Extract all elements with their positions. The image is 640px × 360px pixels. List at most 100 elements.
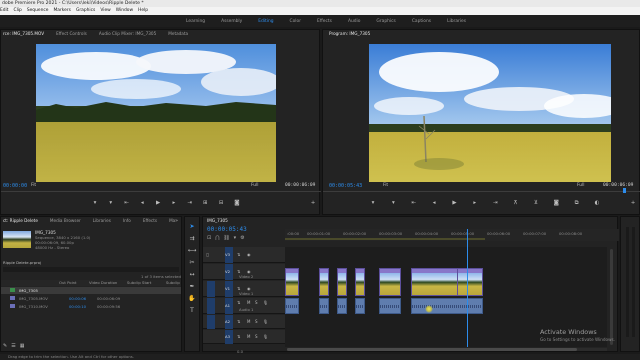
program-scrub-bar[interactable] xyxy=(323,191,640,192)
vr-icon[interactable]: ◐ xyxy=(593,200,601,207)
program-timecode[interactable]: 00:00:05:43 xyxy=(329,183,362,189)
source-scrub-bar[interactable] xyxy=(1,191,321,192)
hand-tool-icon[interactable]: ✋ xyxy=(188,295,195,302)
video-clip[interactable] xyxy=(285,268,299,296)
menu-clip[interactable]: Clip xyxy=(14,7,22,15)
menu-help[interactable]: Help xyxy=(138,7,148,15)
menu-view[interactable]: View xyxy=(100,7,110,15)
workspace-color[interactable]: Color xyxy=(290,19,301,24)
video-clip[interactable] xyxy=(379,268,401,296)
razor-tool-icon[interactable]: ✂ xyxy=(189,259,194,266)
mute-icon[interactable]: M xyxy=(247,300,250,305)
col-video-duration[interactable]: Video Duration xyxy=(89,280,117,285)
video-clip[interactable] xyxy=(319,268,329,296)
panel-menu-icon[interactable]: » xyxy=(175,218,178,224)
play-icon[interactable]: ▶ xyxy=(450,200,458,207)
workspace-graphics[interactable]: Graphics xyxy=(376,19,395,24)
program-add-button-icon[interactable]: + xyxy=(629,200,637,206)
tab-media-browser[interactable]: Media Browser xyxy=(50,217,81,225)
work-area-bar[interactable] xyxy=(285,238,485,240)
timeline-playhead[interactable] xyxy=(467,229,468,347)
timeline-vertical-scrollbar[interactable] xyxy=(609,247,615,347)
workspace-editing[interactable]: Editing xyxy=(258,19,273,24)
insert-icon[interactable]: ⊞ xyxy=(201,200,209,206)
source-quality-select[interactable]: Full xyxy=(251,183,259,188)
tab-source[interactable]: rce: IMG_7305.MOV xyxy=(3,30,44,38)
go-to-out-icon[interactable]: ⇥ xyxy=(491,200,499,207)
source-timecode[interactable]: 00:00:00 xyxy=(3,183,27,189)
voiceover-mic-icon[interactable]: 🎙 xyxy=(263,319,268,324)
workspace-assembly[interactable]: Assembly xyxy=(221,19,242,24)
go-to-in-icon[interactable]: ⇤ xyxy=(123,200,131,206)
source-zoom-select[interactable]: Fit xyxy=(31,183,36,188)
snap-icon[interactable]: ⋂ xyxy=(215,235,219,241)
sync-lock-icon[interactable]: ⇅ xyxy=(237,300,240,305)
add-marker-icon[interactable]: ▾ xyxy=(234,235,237,241)
tab-effect-controls[interactable]: Effect Controls xyxy=(56,30,87,38)
nest-icon[interactable]: ⊡ xyxy=(207,235,211,241)
menu-markers[interactable]: Markers xyxy=(53,7,70,15)
sync-lock-icon[interactable]: ⇅ xyxy=(237,252,240,257)
timeline-timecode[interactable]: 00:00:05:43 xyxy=(207,226,247,233)
video-clip[interactable] xyxy=(337,268,347,296)
export-frame-icon[interactable]: ◙ xyxy=(552,200,560,207)
mark-in-icon[interactable]: ▾ xyxy=(91,200,99,206)
tab-libraries[interactable]: Libraries xyxy=(93,217,111,225)
workspace-learning[interactable]: Learning xyxy=(186,19,205,24)
step-forward-icon[interactable]: ▸ xyxy=(471,200,479,207)
menu-window[interactable]: Window xyxy=(116,7,133,15)
workspace-audio[interactable]: Audio xyxy=(348,19,360,24)
timeline-horizontal-scrollbar[interactable] xyxy=(287,348,607,351)
export-frame-icon[interactable]: ◙ xyxy=(233,200,241,206)
lift-icon[interactable]: ⊼ xyxy=(512,200,520,207)
type-tool-icon[interactable]: T xyxy=(190,307,194,314)
program-quality-select[interactable]: Full xyxy=(577,183,585,188)
audio-clip[interactable] xyxy=(319,298,329,314)
linked-selection-icon[interactable]: ⛓ xyxy=(223,235,229,241)
tab-info[interactable]: Info xyxy=(123,217,131,225)
wrench-icon[interactable]: ⚙ xyxy=(240,235,244,241)
eye-icon[interactable]: ◉ xyxy=(247,252,251,257)
table-row[interactable]: IMG_7305 xyxy=(1,287,181,294)
tab-metadata[interactable]: Metadata xyxy=(168,30,188,38)
lock-icon[interactable]: ◻ xyxy=(206,252,209,257)
project-search-input[interactable] xyxy=(3,267,179,272)
col-out-point[interactable]: Out Point xyxy=(59,280,77,285)
list-view-icon[interactable]: ☰ xyxy=(11,343,15,349)
source-add-button-icon[interactable]: + xyxy=(309,200,317,206)
track-select-icon[interactable]: ⇉ xyxy=(189,235,194,242)
menu-edit[interactable]: Edit xyxy=(0,7,9,15)
workspace-effects[interactable]: Effects xyxy=(317,19,332,24)
video-clip[interactable] xyxy=(457,268,483,296)
voiceover-mic-icon[interactable]: 🎙 xyxy=(263,300,268,305)
mark-in-icon[interactable]: ▾ xyxy=(369,200,377,207)
col-subclip-end[interactable]: Subclip xyxy=(166,280,180,285)
program-playhead[interactable] xyxy=(623,188,626,193)
mute-icon[interactable]: M xyxy=(247,334,250,339)
play-icon[interactable]: ▶ xyxy=(154,200,162,206)
solo-icon[interactable]: S xyxy=(255,300,258,305)
comparison-view-icon[interactable]: ⧉ xyxy=(573,200,581,207)
source-patch-a2[interactable] xyxy=(207,315,215,329)
extract-icon[interactable]: ⊻ xyxy=(532,200,540,207)
ripple-edit-icon[interactable]: ⟷ xyxy=(188,247,197,254)
step-back-icon[interactable]: ◂ xyxy=(430,200,438,207)
go-to-in-icon[interactable]: ⇤ xyxy=(410,200,418,207)
sync-lock-icon[interactable]: ⇅ xyxy=(237,334,240,339)
mark-out-icon[interactable]: ▾ xyxy=(389,200,397,207)
menu-graphics[interactable]: Graphics xyxy=(76,7,95,15)
tab-program[interactable]: Program: IMG_7305 xyxy=(329,30,370,38)
sync-lock-icon[interactable]: ⇅ xyxy=(237,319,240,324)
voiceover-mic-icon[interactable]: 🎙 xyxy=(263,334,268,339)
audio-clip[interactable] xyxy=(355,298,365,314)
col-subclip-start[interactable]: Subclip Start xyxy=(127,280,151,285)
step-back-icon[interactable]: ◂ xyxy=(138,200,146,206)
table-row[interactable]: IMG_7310.MOV 00:00:10 00:00:09:56 xyxy=(1,303,181,310)
audio-clip[interactable] xyxy=(337,298,347,314)
program-zoom-select[interactable]: Fit xyxy=(383,183,388,188)
solo-icon[interactable]: S xyxy=(255,319,258,324)
audio-clip[interactable] xyxy=(379,298,401,314)
table-row[interactable]: IMG_7305.MOV 00:00:06 00:00:06:09 xyxy=(1,295,181,302)
mark-out-icon[interactable]: ▾ xyxy=(107,200,115,206)
menu-sequence[interactable]: Sequence xyxy=(27,7,49,15)
